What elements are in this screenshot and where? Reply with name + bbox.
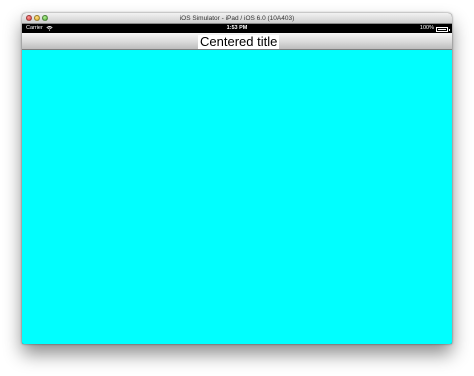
- window-titlebar: iOS Simulator - iPad / iOS 6.0 (10A403): [22, 13, 452, 24]
- ios-status-bar: Carrier 1:53 PM 100%: [22, 24, 452, 33]
- content-view: [22, 50, 452, 344]
- navigation-bar: Centered title: [22, 33, 452, 50]
- status-time: 1:53 PM: [226, 25, 248, 31]
- simulator-window: iOS Simulator - iPad / iOS 6.0 (10A403) …: [22, 13, 452, 344]
- nav-title: Centered title: [198, 34, 280, 49]
- battery-percent: 100%: [419, 25, 434, 31]
- window-title: iOS Simulator - iPad / iOS 6.0 (10A403): [179, 15, 295, 22]
- battery-icon: [436, 27, 450, 32]
- status-right-group: 100%: [419, 24, 450, 33]
